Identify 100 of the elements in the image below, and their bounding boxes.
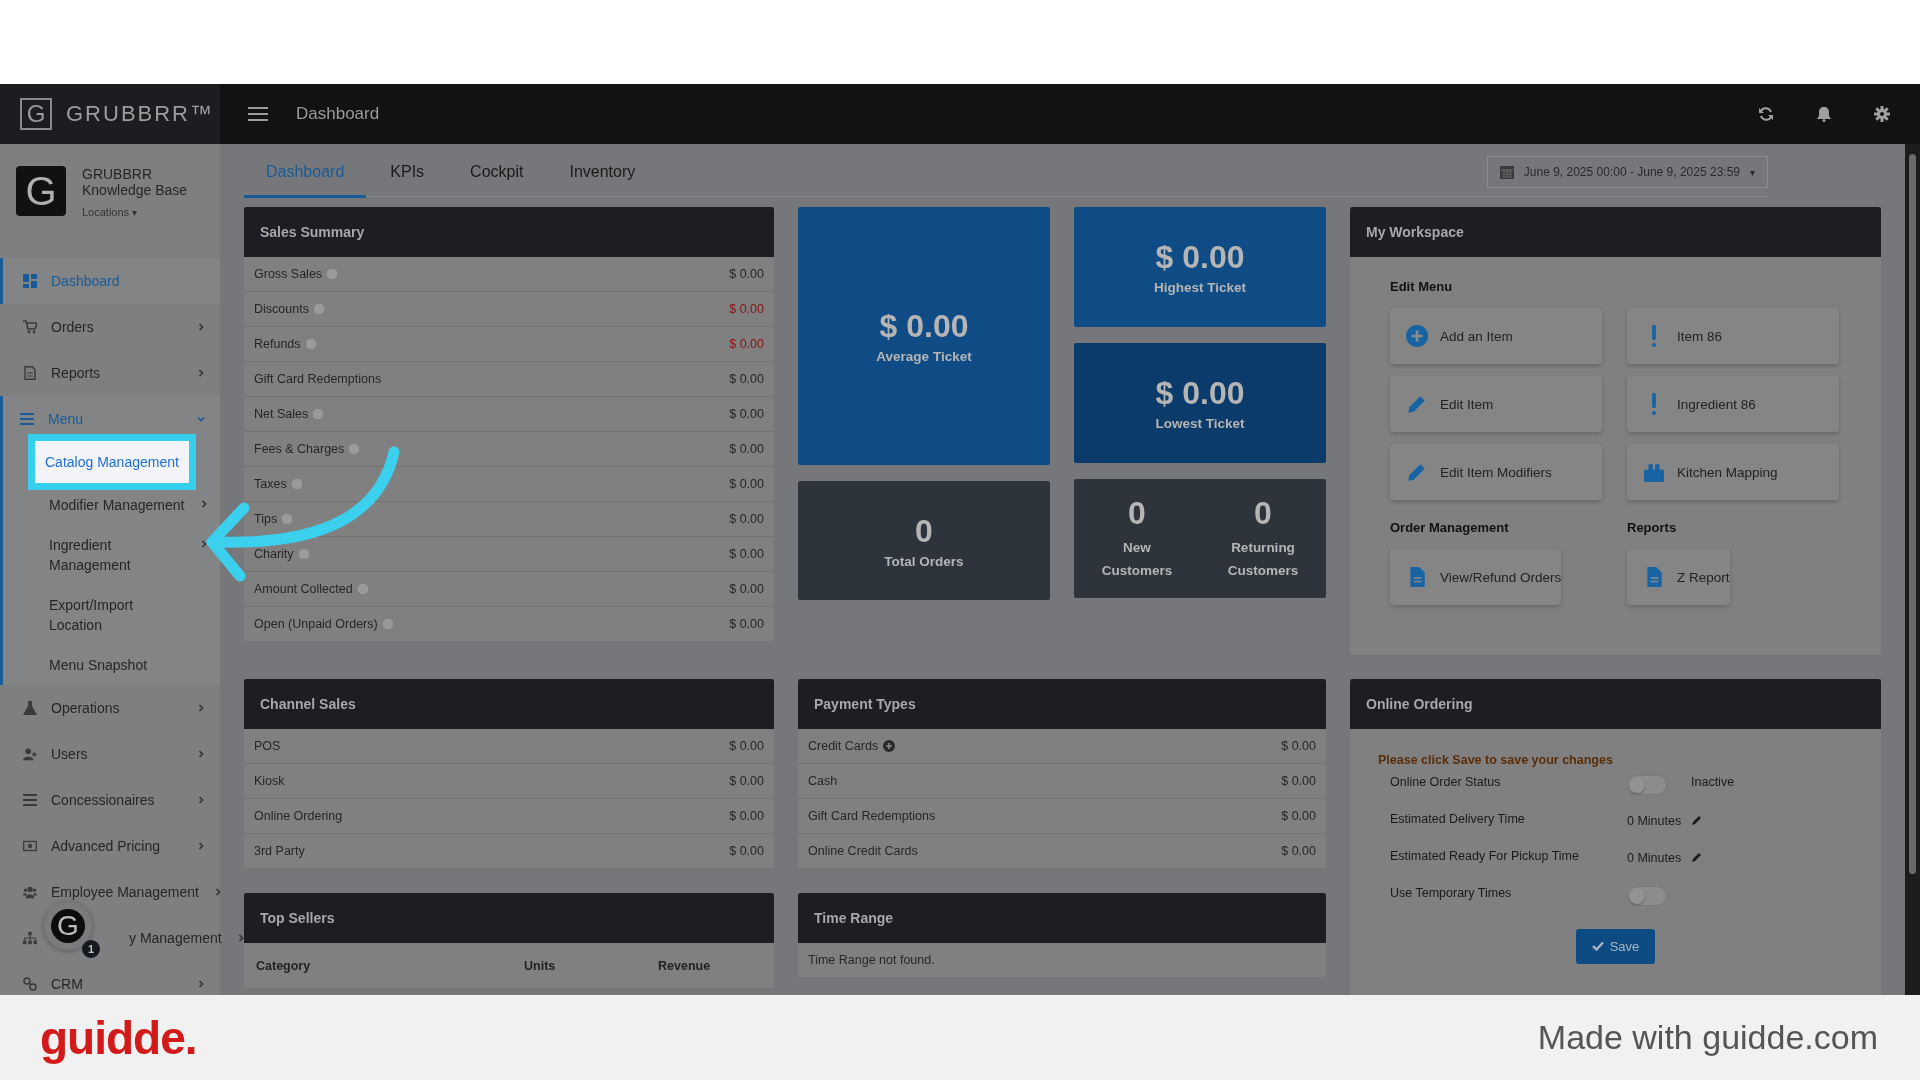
tab[interactable]: KPIs [368, 146, 447, 198]
tile-label: Returning Customers [1226, 539, 1300, 580]
action-card[interactable]: View/Refund Orders [1390, 549, 1562, 605]
row-label: Credit Cards [808, 739, 896, 753]
row-label: Net Sales [254, 407, 325, 421]
chevron-right-icon [196, 979, 206, 989]
store-name: GRUBBRR Knowledge Base [82, 166, 189, 198]
page-title: Dashboard [296, 104, 380, 124]
sidebar-item[interactable]: Concessionaires [0, 777, 220, 823]
action-card[interactable]: Edit Item Modifiers [1390, 444, 1602, 500]
panel-title: Sales Summary [244, 207, 774, 257]
tile-value: 0 [1128, 495, 1146, 532]
sidebar-item[interactable]: Reports [0, 350, 220, 396]
brand-name: GRUBBRR™ [66, 101, 214, 127]
action-card[interactable]: Edit Item [1390, 376, 1602, 432]
row-label: Open (Unpaid Orders) [254, 617, 394, 631]
action-card[interactable]: Item 86 [1627, 308, 1839, 364]
column-header: Units [524, 958, 557, 973]
sidebar-item[interactable]: Operations [0, 685, 220, 731]
sidebar-item[interactable]: Advanced Pricing [0, 823, 220, 869]
chevron-right-icon [199, 539, 209, 549]
action-card[interactable]: Add an Item [1390, 308, 1602, 364]
section-title: Reports [1627, 520, 1678, 535]
action-card[interactable]: Kitchen Mapping [1627, 444, 1839, 500]
empty-message: Time Range not found. [808, 953, 935, 967]
menu-icon [23, 793, 37, 807]
row-value: $ 0.00 [1281, 739, 1316, 753]
row-value: $ 0.00 [729, 372, 764, 386]
row-label: Discounts [254, 302, 325, 316]
row-label: Taxes [254, 477, 303, 491]
chevron-right-icon [196, 749, 206, 759]
settings-icon[interactable] [1874, 106, 1890, 122]
panel-title: Top Sellers [244, 893, 774, 943]
pencil-icon [1406, 393, 1428, 415]
row-label: Charity [254, 547, 310, 561]
sidebar-item[interactable]: Orders [0, 304, 220, 350]
sidebar-item[interactable]: CRM [0, 961, 220, 995]
pencil-icon[interactable] [1691, 814, 1704, 826]
exclamation-icon [1652, 393, 1656, 415]
row-label: Amount Collected [254, 582, 369, 596]
section-title: Order Management [1390, 520, 1510, 535]
row-value: $ 0.00 [729, 302, 764, 316]
submenu-item[interactable]: Modifier Management [49, 495, 209, 515]
bell-icon[interactable] [1816, 106, 1832, 122]
menu-icon[interactable] [248, 107, 268, 121]
panel-title: Time Range [798, 893, 1326, 943]
tile-label: New Customers [1100, 539, 1174, 580]
notice-text: Please click Save to save your changes [1378, 753, 1614, 767]
row-value: $ 0.00 [729, 267, 764, 281]
chevron-right-icon [199, 499, 209, 509]
add-icon [1406, 325, 1428, 347]
panel-title: Channel Sales [244, 679, 774, 729]
toggle-switch[interactable] [1627, 775, 1667, 795]
column-header: Revenue [658, 958, 711, 973]
action-card[interactable]: Ingredient 86 [1627, 376, 1839, 432]
store-avatar: G [16, 166, 66, 216]
chevron-right-icon [196, 703, 206, 713]
users-icon [23, 885, 37, 899]
row-label: Kiosk [254, 774, 285, 788]
tile-value: 0 [915, 512, 933, 550]
row-label: Gift Card Redemptions [254, 372, 382, 386]
link-icon [23, 977, 37, 991]
row-label: Fees & Charges [254, 442, 361, 456]
dashboard-icon [23, 274, 37, 288]
panel-title: My Workspace [1350, 207, 1881, 257]
pencil-icon[interactable] [1691, 851, 1704, 863]
row-label: Online Credit Cards [808, 844, 918, 858]
row-value: $ 0.00 [729, 582, 764, 596]
submenu-item[interactable]: Menu Snapshot [49, 655, 209, 675]
refresh-icon[interactable] [1758, 106, 1774, 122]
tab[interactable]: Inventory [547, 146, 658, 198]
setting-value: 0 Minutes [1627, 850, 1682, 865]
logo-mark: G [20, 98, 52, 130]
pencil-icon [1406, 461, 1428, 483]
row-value: $ 0.00 [729, 739, 764, 753]
footer-text: Made with guidde.com [1537, 1018, 1878, 1057]
toggle-switch[interactable] [1627, 886, 1667, 906]
tab[interactable]: Cockpit [448, 146, 546, 198]
date-range-picker[interactable]: June 9, 2025 00:00 - June 9, 2025 23:59 ▾ [1486, 156, 1768, 188]
submenu-item[interactable]: Ingredient Management [49, 535, 209, 575]
submenu-item[interactable]: Export/Import Location [49, 595, 209, 635]
sidebar-item[interactable]: Users [0, 731, 220, 777]
section-title: Edit Menu [1390, 279, 1454, 294]
setting-label: Online Order Status [1390, 774, 1502, 789]
flask-icon [23, 701, 37, 715]
row-value: $ 0.00 [729, 512, 764, 526]
save-button[interactable]: Save [1575, 929, 1656, 964]
action-card[interactable]: Z Report [1627, 549, 1730, 605]
row-label: POS [254, 739, 281, 753]
locations-dropdown[interactable]: Locations ▾ [82, 206, 202, 218]
row-value: $ 0.00 [729, 617, 764, 631]
row-value: $ 0.00 [729, 477, 764, 491]
check-icon [1591, 941, 1604, 951]
chevron-right-icon [196, 841, 206, 851]
row-label: Cash [808, 774, 838, 788]
row-value: $ 0.00 [729, 809, 764, 823]
scrollbar[interactable] [1905, 144, 1920, 995]
submenu-item[interactable]: Catalog Management [28, 434, 196, 490]
panel-title: Online Ordering [1350, 679, 1881, 729]
column-header: Category [256, 958, 312, 973]
